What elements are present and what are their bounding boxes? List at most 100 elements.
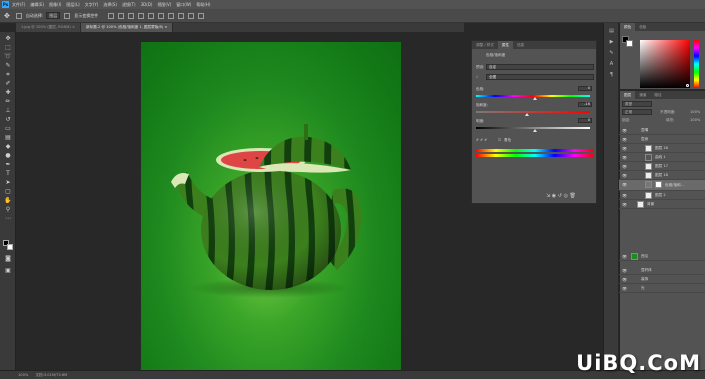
brush-tool-icon[interactable]: ✏: [4, 99, 12, 105]
distribute-icon[interactable]: [168, 12, 175, 19]
eye-icon[interactable]: 👁: [621, 127, 628, 134]
blur-tool-icon[interactable]: ◆: [4, 144, 12, 150]
menu-filter[interactable]: 滤镜(T): [122, 2, 136, 8]
tab-document-2[interactable]: 新标题-2 @ 100% (色相/饱和度 1, 图层蒙版/8) ×: [80, 23, 174, 32]
channel-dropdown[interactable]: 全图: [486, 74, 594, 80]
eye-icon[interactable]: 👁: [621, 276, 628, 283]
menu-help[interactable]: 帮助(H): [196, 2, 210, 8]
opacity-value[interactable]: 100%: [690, 110, 700, 114]
hue-value[interactable]: 0: [578, 86, 592, 91]
actions-icon[interactable]: ▶: [607, 38, 616, 46]
zoom-tool-icon[interactable]: ⚲: [4, 207, 12, 213]
zoom-level[interactable]: 100%: [18, 373, 28, 377]
eye-icon[interactable]: 👁: [621, 154, 628, 161]
auto-select-checkbox[interactable]: [15, 12, 22, 19]
history-icon[interactable]: ▤: [607, 27, 616, 35]
hand-tool-icon[interactable]: ✋: [4, 198, 12, 204]
saturation-value[interactable]: -16: [578, 102, 592, 107]
eye-icon[interactable]: 👁: [621, 267, 628, 274]
tab-info[interactable]: 信息: [513, 41, 528, 49]
shape-tool-icon[interactable]: ▢: [4, 189, 12, 195]
layer-row[interactable]: 👁 壶嘴: [619, 126, 705, 135]
auto-select-dropdown[interactable]: 图层: [46, 12, 61, 19]
layer-row[interactable]: 👁 壶杆体: [619, 266, 705, 275]
history-brush-tool-icon[interactable]: ↺: [4, 117, 12, 123]
layer-row[interactable]: 👁 装饰: [619, 275, 705, 284]
clip-to-layer-icon[interactable]: ⇲: [546, 193, 550, 199]
move-tool-icon[interactable]: ✥: [4, 12, 10, 20]
layer-row[interactable]: 👁 背景: [619, 200, 705, 209]
menu-view[interactable]: 视图(V): [157, 2, 171, 8]
preset-dropdown[interactable]: 自定: [486, 64, 594, 70]
layer-kind-filter[interactable]: 类型: [622, 101, 652, 107]
3d-mode-icon[interactable]: [178, 12, 185, 19]
tab-paths[interactable]: 路径: [650, 91, 665, 99]
colorize-checkbox[interactable]: ☐: [498, 138, 501, 142]
eye-icon[interactable]: 👁: [621, 192, 628, 199]
tab-document-1[interactable]: 1.jpg @ 100% (图层, RGB/8) ×: [16, 23, 81, 32]
color-picker-field[interactable]: [640, 40, 690, 88]
saturation-slider-handle[interactable]: [525, 113, 530, 116]
eye-icon[interactable]: 👁: [621, 181, 628, 188]
visibility-icon[interactable]: ◎: [564, 193, 568, 199]
eye-icon[interactable]: 👁: [621, 136, 628, 143]
background-swatch[interactable]: [626, 40, 633, 47]
lasso-tool-icon[interactable]: ➰: [4, 54, 12, 60]
menu-window[interactable]: 窗口(W): [176, 2, 191, 8]
character-icon[interactable]: A: [607, 60, 616, 68]
channel-hand-icon[interactable]: ☝: [476, 75, 478, 79]
eye-icon[interactable]: 👁: [621, 285, 628, 292]
align-left-icon[interactable]: [108, 12, 115, 19]
align-bottom-icon[interactable]: [158, 12, 165, 19]
eye-icon[interactable]: 👁: [621, 201, 628, 208]
eraser-tool-icon[interactable]: ▭: [4, 126, 12, 132]
tab-properties[interactable]: 属性: [497, 41, 514, 49]
layer-row[interactable]: 👁 图层 2: [619, 191, 705, 200]
align-right-icon[interactable]: [128, 12, 135, 19]
eye-icon[interactable]: 👁: [621, 145, 628, 152]
view-previous-icon[interactable]: ◉: [552, 193, 556, 199]
layer-row[interactable]: 👁 图层 16: [619, 144, 705, 153]
layer-row[interactable]: 👁 西瓜: [619, 252, 705, 261]
dodge-tool-icon[interactable]: ●: [4, 153, 12, 159]
quick-select-tool-icon[interactable]: ✎: [4, 63, 12, 69]
tab-layers[interactable]: 图层: [620, 91, 636, 99]
color-picker-cursor[interactable]: [686, 84, 689, 87]
background-color-swatch[interactable]: [7, 244, 13, 250]
screen-mode-icon[interactable]: ▣: [4, 268, 12, 274]
tab-adjustments[interactable]: 调整 / 样式: [472, 41, 498, 49]
layer-row[interactable]: 👁 图层 18: [619, 171, 705, 180]
saturation-slider-track[interactable]: [476, 111, 590, 113]
reset-icon[interactable]: ↺: [558, 193, 562, 199]
hue-slider-handle[interactable]: [533, 97, 538, 100]
more-tools-icon[interactable]: ⋯: [4, 216, 12, 222]
type-tool-icon[interactable]: T: [4, 171, 12, 177]
menu-edit[interactable]: 编辑(E): [30, 2, 44, 8]
brush-settings-icon[interactable]: ✎: [607, 49, 616, 57]
menu-type[interactable]: 文字(Y): [85, 2, 99, 8]
quick-mask-icon[interactable]: ◙: [4, 256, 12, 262]
lightness-value[interactable]: 0: [578, 118, 592, 123]
menu-3d[interactable]: 3D(D): [141, 2, 153, 7]
document-canvas[interactable]: [141, 42, 401, 371]
tab-color[interactable]: 颜色: [620, 23, 636, 31]
layer-row[interactable]: 👁 壶身: [619, 135, 705, 144]
align-top-icon[interactable]: [138, 12, 145, 19]
show-transform-checkbox[interactable]: [64, 12, 71, 19]
path-select-tool-icon[interactable]: ➤: [4, 180, 12, 186]
tab-swatches[interactable]: 色板: [635, 23, 650, 31]
eyedropper-icon[interactable]: ✐ ✐ ✐: [476, 138, 487, 142]
3d-pan-icon[interactable]: [198, 12, 205, 19]
fill-value[interactable]: 100%: [690, 118, 700, 122]
move-tool-icon[interactable]: ✥: [4, 36, 12, 42]
menu-image[interactable]: 图像(I): [49, 2, 61, 8]
layer-row[interactable]: 👁 光: [619, 284, 705, 293]
delete-icon[interactable]: 🗑: [570, 193, 576, 199]
menu-file[interactable]: 文件(F): [12, 2, 25, 8]
marquee-tool-icon[interactable]: ⬚: [4, 45, 12, 51]
pen-tool-icon[interactable]: ✒: [4, 162, 12, 168]
blend-mode-dropdown[interactable]: 正常: [622, 109, 652, 115]
menu-layer[interactable]: 图层(L): [66, 2, 79, 8]
tab-channels[interactable]: 通道: [635, 91, 650, 99]
gradient-tool-icon[interactable]: ▤: [4, 135, 12, 141]
